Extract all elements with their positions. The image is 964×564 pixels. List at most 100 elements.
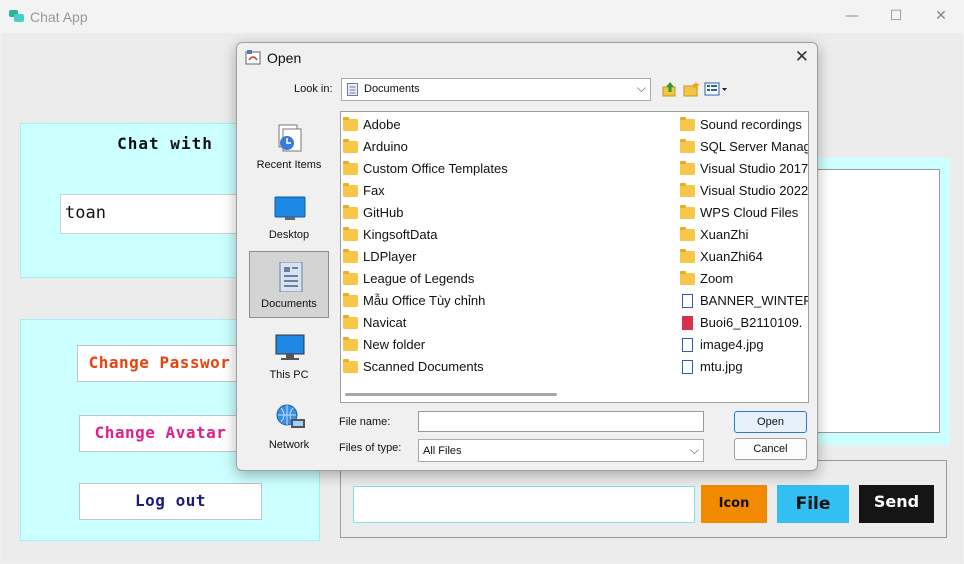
folder-item[interactable]: XuanZhi: [678, 224, 808, 246]
file-name: Visual Studio 2022: [700, 183, 809, 198]
folder-item[interactable]: Navicat: [341, 312, 671, 334]
folder-item[interactable]: WPS Cloud Files: [678, 202, 808, 224]
file-name: League of Legends: [363, 271, 475, 286]
logout-label: Log out: [135, 491, 206, 510]
documents-icon: [279, 262, 303, 292]
icon-button[interactable]: Icon: [701, 485, 767, 523]
file-name: Adobe: [363, 117, 401, 132]
folder-icon: [343, 249, 358, 263]
change-avatar-label: Change Avatar: [94, 423, 227, 442]
file-name: Zoom: [700, 271, 734, 286]
file-name: image4.jpg: [700, 337, 764, 352]
file-list[interactable]: Adobe Arduino Custom Office Templates Fax Gi…: [340, 111, 809, 403]
folder-icon: [343, 227, 358, 241]
place-network[interactable]: Network: [249, 393, 329, 460]
change-avatar-button[interactable]: Change Avatar: [79, 415, 242, 452]
folder-item[interactable]: Arduino: [341, 136, 671, 158]
file-name-label: File name:: [339, 416, 391, 428]
open-file-dialog: Open ✕ Look in: Documents ⌵ Recent Items…: [236, 42, 818, 471]
file-column-left: Adobe Arduino Custom Office Templates Fax Gi…: [341, 114, 671, 378]
files-of-type-label: Files of type:: [339, 442, 402, 454]
minimize-button[interactable]: —: [832, 4, 872, 28]
message-history-box[interactable]: [808, 169, 940, 433]
horizontal-scrollbar[interactable]: [345, 393, 557, 396]
open-button[interactable]: Open: [734, 411, 807, 433]
file-column-right: Sound recordings SQL Server Manag Visual S…: [678, 114, 809, 378]
file-icon: [682, 294, 693, 308]
folder-icon: [343, 337, 358, 351]
folder-item[interactable]: Scanned Documents: [341, 356, 671, 378]
change-password-button[interactable]: Change Passwor: [77, 345, 242, 382]
file-name-input[interactable]: [418, 411, 704, 432]
file-name: WPS Cloud Files: [700, 205, 799, 220]
file-name: Fax: [363, 183, 385, 198]
file-item[interactable]: image4.jpg: [678, 334, 808, 356]
send-button[interactable]: Send: [859, 485, 934, 523]
folder-item[interactable]: KingsoftData: [341, 224, 671, 246]
folder-icon: [343, 205, 358, 219]
look-in-dropdown[interactable]: Documents ⌵: [341, 78, 651, 101]
place-label: Documents: [261, 298, 317, 310]
look-in-value: Documents: [364, 83, 420, 95]
folder-icon: [343, 117, 358, 131]
place-documents[interactable]: Documents: [249, 251, 329, 318]
logout-button[interactable]: Log out: [79, 483, 262, 520]
file-name: Visual Studio 2017: [700, 161, 809, 176]
file-name: mtu.jpg: [700, 359, 743, 374]
recent-items-icon: [278, 124, 302, 152]
message-input[interactable]: [353, 486, 695, 523]
place-this-pc[interactable]: This PC: [249, 323, 329, 390]
folder-icon: [680, 271, 695, 285]
place-label: This PC: [269, 369, 309, 381]
folder-item[interactable]: Zoom: [678, 268, 808, 290]
folder-item[interactable]: Mẫu Office Tùy chỉnh: [341, 290, 671, 312]
file-item[interactable]: Buoi6_B2110109.: [678, 312, 808, 334]
documents-small-icon: [347, 83, 358, 96]
folder-item[interactable]: Sound recordings: [678, 114, 808, 136]
folder-icon: [343, 315, 358, 329]
place-label: Recent Items: [256, 159, 322, 171]
folder-item[interactable]: New folder: [341, 334, 671, 356]
folder-icon: [343, 271, 358, 285]
new-folder-icon[interactable]: [683, 80, 701, 98]
files-of-type-dropdown[interactable]: All Files ⌵: [418, 439, 704, 462]
pdf-file-icon: [682, 316, 693, 330]
file-name: Custom Office Templates: [363, 161, 508, 176]
folder-item[interactable]: Adobe: [341, 114, 671, 136]
place-recent-items[interactable]: Recent Items: [249, 113, 329, 180]
file-name: Sound recordings: [700, 117, 802, 132]
folder-icon: [680, 205, 695, 219]
folder-item[interactable]: XuanZhi64: [678, 246, 808, 268]
dialog-close-button[interactable]: ✕: [795, 47, 809, 67]
folder-item[interactable]: League of Legends: [341, 268, 671, 290]
place-desktop[interactable]: Desktop: [249, 183, 329, 250]
cancel-button[interactable]: Cancel: [734, 438, 807, 460]
look-in-label: Look in:: [294, 83, 333, 95]
folder-item[interactable]: Visual Studio 2022: [678, 180, 809, 202]
folder-item[interactable]: Visual Studio 2017: [678, 158, 809, 180]
files-of-type-value: All Files: [423, 445, 462, 457]
view-menu-icon[interactable]: [704, 80, 728, 98]
window-title: Chat App: [30, 9, 88, 25]
file-item[interactable]: mtu.jpg: [678, 356, 808, 378]
folder-icon: [343, 293, 358, 307]
folder-item[interactable]: GitHub: [341, 202, 671, 224]
file-name: Mẫu Office Tùy chỉnh: [363, 293, 486, 308]
folder-item[interactable]: LDPlayer: [341, 246, 671, 268]
up-one-level-icon[interactable]: [661, 80, 679, 98]
maximize-button[interactable]: ☐: [876, 4, 916, 28]
place-label: Desktop: [268, 229, 310, 241]
file-button[interactable]: File: [777, 485, 849, 523]
file-name: BANNER_WINTER_: [700, 293, 809, 308]
close-window-button[interactable]: ✕: [921, 4, 961, 28]
network-icon: [276, 404, 305, 428]
chevron-down-icon: ⌵: [636, 81, 646, 95]
folder-item[interactable]: Fax: [341, 180, 671, 202]
folder-icon: [680, 249, 695, 263]
folder-icon: [680, 227, 695, 241]
folder-item[interactable]: Custom Office Templates: [341, 158, 671, 180]
file-item[interactable]: BANNER_WINTER_: [678, 290, 809, 312]
folder-icon: [680, 117, 695, 131]
folder-item[interactable]: SQL Server Manag: [678, 136, 808, 158]
folder-icon: [343, 161, 358, 175]
